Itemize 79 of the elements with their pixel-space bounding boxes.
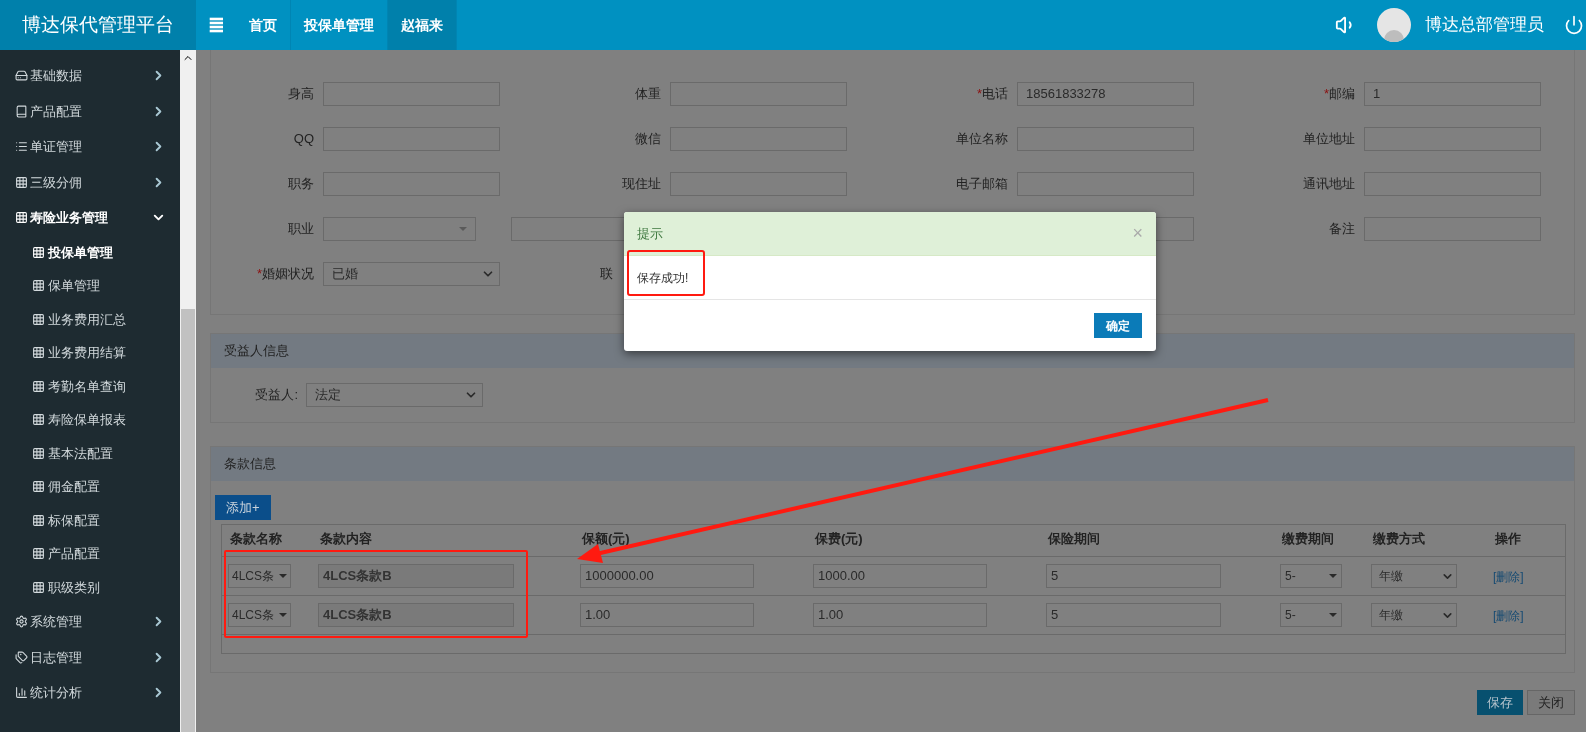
add-button[interactable]: 添加+ [215, 495, 271, 520]
ok-button[interactable]: 确定 [1094, 313, 1142, 338]
field-label: 通讯地址 [1303, 174, 1355, 193]
sidebar-item[interactable]: 单证管理 [0, 129, 180, 165]
column-header: 缴费方式 [1373, 531, 1425, 546]
premium-field[interactable]: 1.00 [813, 603, 987, 627]
field-label: 体重 [635, 84, 661, 103]
period-field[interactable]: 5 [1046, 603, 1221, 627]
field-label: 身高 [288, 84, 314, 103]
pay-period-select[interactable]: 5- [1280, 603, 1342, 627]
clause-content-field: 4LCS条款B [318, 603, 514, 627]
field-label: 备注 [1329, 219, 1355, 238]
dialog-message: 保存成功! [637, 269, 689, 287]
close-button[interactable]: × [1132, 220, 1143, 247]
nav-tab[interactable]: 赵福来 [388, 0, 457, 50]
field-label: 单位名称 [956, 129, 1008, 148]
pay-mode-select[interactable]: 年缴 [1371, 603, 1457, 627]
app-logo: 博达保代管理平台 [22, 12, 174, 37]
select-field[interactable]: 已婚 [323, 261, 500, 286]
field-label: QQ [293, 129, 314, 148]
column-header: 缴费期间 [1282, 531, 1334, 546]
sidebar-item[interactable]: 基础数据 [0, 58, 180, 94]
text-field[interactable]: 1 [1364, 81, 1541, 106]
required-mark: * [976, 84, 982, 103]
section-header: 条款信息 [211, 447, 1574, 481]
clause-select[interactable]: 4LCS条 [228, 603, 291, 627]
period-field[interactable]: 5 [1046, 564, 1221, 588]
field-label: 职务 [288, 174, 314, 193]
field-label: 受益人: [255, 387, 298, 403]
sidebar-subitem[interactable]: 考勤名单查询 [0, 369, 180, 403]
field-label: 联 [600, 264, 613, 283]
column-header: 保额(元) [582, 531, 630, 546]
sidebar-subitem[interactable]: 基本法配置 [0, 436, 180, 470]
sidebar-subitem[interactable]: 业务费用结算 [0, 336, 180, 370]
sidebar-item[interactable]: 产品配置 [0, 93, 180, 129]
sidebar-item[interactable]: 寿险业务管理 [0, 200, 180, 236]
required-mark: * [1323, 84, 1329, 103]
sidebar-subitem[interactable]: 标保配置 [0, 503, 180, 537]
column-header: 保险期间 [1048, 531, 1100, 546]
sidebar-subitem[interactable]: 职级类别 [0, 570, 180, 604]
field-label: 现住址 [622, 174, 661, 193]
column-header: 条款名称 [230, 531, 282, 546]
select-field[interactable]: 法定 [306, 383, 483, 407]
field-label: 职业 [288, 219, 314, 238]
column-header: 条款内容 [320, 531, 372, 546]
field-label: 单位地址 [1303, 129, 1355, 148]
sidebar-item[interactable]: 三级分佣 [0, 164, 180, 200]
column-header: 保费(元) [815, 531, 863, 546]
sidebar-subitem[interactable]: 投保单管理 [0, 235, 180, 269]
column-header: 操作 [1495, 531, 1521, 546]
sidebar-item[interactable]: 系统管理 [0, 604, 180, 640]
menu-button[interactable]: ≣ [196, 0, 236, 50]
field-label: 邮编 [1329, 84, 1355, 103]
field-label: 微信 [635, 129, 661, 148]
dialog-title: 提示 [637, 224, 663, 243]
field-label: 电子邮箱 [956, 174, 1008, 193]
clause-select[interactable]: 4LCS条 [228, 564, 291, 588]
delete-link[interactable]: [删除] [1493, 570, 1524, 584]
close-button[interactable]: 关闭 [1527, 690, 1575, 715]
field-label: 电话 [982, 84, 1008, 103]
save-button[interactable]: 保存 [1477, 690, 1523, 715]
sidebar-item[interactable]: 日志管理 [0, 639, 180, 675]
pay-mode-select[interactable]: 年缴 [1371, 564, 1457, 588]
pay-period-select[interactable]: 5- [1280, 564, 1342, 588]
text-field[interactable]: 18561833278 [1017, 81, 1194, 106]
sidebar-subitem[interactable]: 寿险保单报表 [0, 403, 180, 437]
field-label: 婚姻状况 [262, 264, 314, 283]
delete-link[interactable]: [删除] [1493, 609, 1524, 623]
user-name[interactable]: 博达总部管理员 [1425, 12, 1544, 38]
amount-field[interactable]: 1.00 [580, 603, 754, 627]
sidebar-subitem[interactable]: 产品配置 [0, 537, 180, 571]
required-mark: * [256, 264, 262, 283]
clause-content-field: 4LCS条款B [318, 564, 514, 588]
sidebar-item[interactable]: 统计分析 [0, 675, 180, 711]
sidebar-subitem[interactable]: 业务费用汇总 [0, 302, 180, 336]
premium-field[interactable]: 1000.00 [813, 564, 987, 588]
amount-field[interactable]: 1000000.00 [580, 564, 754, 588]
sidebar-subitem[interactable]: 保单管理 [0, 269, 180, 303]
sidebar-subitem[interactable]: 佣金配置 [0, 470, 180, 504]
